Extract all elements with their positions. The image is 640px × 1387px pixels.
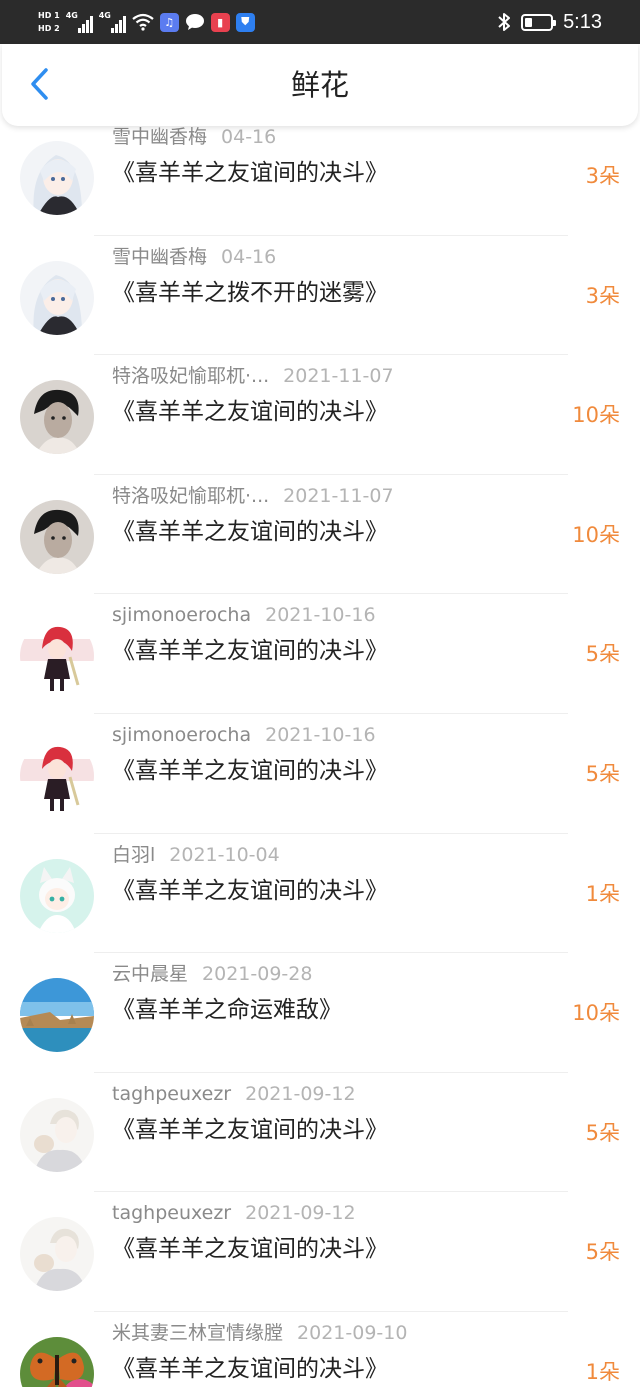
work-title[interactable]: 《喜羊羊之友谊间的决斗》 (112, 756, 388, 786)
list-item[interactable]: taghpeuxezr 2021-09-12 《喜羊羊之友谊间的决斗》 5朵 (0, 1073, 640, 1193)
message-app-icon (185, 14, 204, 30)
sim1-label: HD 1 (38, 11, 60, 20)
flower-count: 1朵 (585, 1359, 620, 1384)
user-name[interactable]: 特洛吸妃愉耶杌·... (112, 365, 269, 387)
book-app-icon: ▮ (210, 12, 230, 32)
flower-count: 5朵 (585, 1240, 620, 1265)
network-1-label: 4G (65, 11, 78, 20)
work-title[interactable]: 《喜羊羊之友谊间的决斗》 (112, 158, 388, 188)
gift-date: 2021-10-16 (265, 723, 376, 746)
item-meta: sjimonoerocha 2021-10-16 (112, 722, 376, 748)
sim-indicators: HD 1 HD 2 (38, 10, 60, 34)
work-title[interactable]: 《喜羊羊之友谊间的决斗》 (112, 636, 388, 666)
item-meta: 白羽l 2021-10-04 (112, 842, 280, 868)
item-meta: 云中晨星 2021-09-28 (112, 961, 312, 987)
work-title[interactable]: 《喜羊羊之友谊间的决斗》 (112, 517, 388, 547)
list-item[interactable]: 雪中幽香梅 04-16 《喜羊羊之拨不开的迷雾》 3朵 (0, 236, 640, 356)
item-meta: 雪中幽香梅 04-16 (112, 244, 276, 270)
itunes-app-icon: ♫ (159, 12, 179, 32)
user-name[interactable]: 白羽l (112, 844, 155, 866)
work-title[interactable]: 《喜羊羊之友谊间的决斗》 (112, 397, 388, 427)
user-name[interactable]: taghpeuxezr (112, 1202, 231, 1224)
work-title[interactable]: 《喜羊羊之友谊间的决斗》 (112, 1354, 388, 1384)
avatar[interactable] (20, 141, 94, 215)
user-name[interactable]: 米其妻三林宣情缘膛 (112, 1322, 283, 1344)
item-meta: 特洛吸妃愉耶杌·... 2021-11-07 (112, 363, 394, 389)
signal-2-icon: 4G (99, 11, 126, 33)
battery-fill (525, 17, 533, 27)
flower-gift-list: 雪中幽香梅 04-16 《喜羊羊之友谊间的决斗》 3朵 雪中幽香梅 04-16 《喜… (0, 116, 640, 1387)
user-name[interactable]: 特洛吸妃愉耶杌·... (112, 485, 269, 507)
gift-date: 2021-11-07 (283, 484, 394, 507)
list-item[interactable]: 云中晨星 2021-09-28 《喜羊羊之命运难敌》 10朵 (0, 953, 640, 1073)
gift-date: 04-16 (221, 245, 277, 268)
wifi-icon (132, 13, 154, 31)
list-item[interactable]: sjimonoerocha 2021-10-16 《喜羊羊之友谊间的决斗》 5朵 (0, 594, 640, 714)
gift-date: 2021-09-12 (245, 1082, 356, 1105)
flower-count: 5朵 (585, 761, 620, 786)
user-name[interactable]: 雪中幽香梅 (112, 246, 207, 268)
flower-count: 5朵 (585, 1120, 620, 1145)
user-name[interactable]: taghpeuxezr (112, 1083, 231, 1105)
page-title: 鲜花 (290, 68, 349, 102)
avatar[interactable] (20, 1336, 94, 1387)
list-item[interactable]: 白羽l 2021-10-04 《喜羊羊之友谊间的决斗》 1朵 (0, 834, 640, 954)
list-item[interactable]: 特洛吸妃愉耶杌·... 2021-11-07 《喜羊羊之友谊间的决斗》 10朵 (0, 355, 640, 475)
bluetooth-icon (498, 13, 511, 31)
avatar[interactable] (20, 380, 94, 455)
avatar[interactable] (20, 738, 94, 813)
work-title[interactable]: 《喜羊羊之友谊间的决斗》 (112, 1234, 388, 1264)
flower-count: 10朵 (572, 522, 620, 547)
user-name[interactable]: sjimonoerocha (112, 604, 251, 626)
avatar[interactable] (20, 619, 94, 694)
gift-date: 2021-10-16 (265, 604, 376, 627)
gift-date: 2021-09-12 (245, 1202, 356, 1225)
work-title[interactable]: 《喜羊羊之友谊间的决斗》 (112, 876, 388, 906)
status-time: 5:13 (563, 10, 602, 33)
flower-count: 3朵 (585, 283, 620, 308)
flower-count: 10朵 (572, 1001, 620, 1026)
avatar[interactable] (20, 499, 94, 574)
work-title[interactable]: 《喜羊羊之命运难敌》 (112, 995, 342, 1025)
flower-count: 10朵 (572, 403, 620, 428)
list-item[interactable]: 米其妻三林宣情缘膛 2021-09-10 《喜羊羊之友谊间的决斗》 1朵 (0, 1312, 640, 1387)
gift-date: 2021-11-07 (283, 365, 394, 388)
item-meta: sjimonoerocha 2021-10-16 (112, 602, 376, 628)
battery-icon (521, 13, 557, 31)
shield-app-icon: ⛊ (235, 12, 255, 32)
avatar[interactable] (20, 260, 94, 335)
avatar[interactable] (20, 1217, 94, 1292)
work-title[interactable]: 《喜羊羊之拨不开的迷雾》 (112, 278, 388, 308)
signal-1-icon: 4G (66, 11, 93, 33)
flower-count: 3朵 (585, 164, 620, 188)
status-left: HD 1 HD 2 4G 4G ♫ ▮ ⛊ (38, 6, 255, 38)
flower-count: 1朵 (585, 881, 620, 906)
item-meta: taghpeuxezr 2021-09-12 (112, 1081, 356, 1107)
avatar[interactable] (20, 1097, 94, 1172)
gift-date: 2021-09-10 (297, 1321, 408, 1344)
gift-date: 2021-10-04 (169, 843, 280, 866)
flower-count: 5朵 (585, 642, 620, 667)
list-item[interactable]: 特洛吸妃愉耶杌·... 2021-11-07 《喜羊羊之友谊间的决斗》 10朵 (0, 475, 640, 595)
work-title[interactable]: 《喜羊羊之友谊间的决斗》 (112, 1115, 388, 1145)
item-meta: taghpeuxezr 2021-09-12 (112, 1200, 356, 1226)
list-item[interactable]: taghpeuxezr 2021-09-12 《喜羊羊之友谊间的决斗》 5朵 (0, 1192, 640, 1312)
sim2-label: HD 2 (38, 24, 60, 33)
network-2-label: 4G (98, 11, 111, 20)
user-name[interactable]: sjimonoerocha (112, 724, 251, 746)
list-item[interactable]: sjimonoerocha 2021-10-16 《喜羊羊之友谊间的决斗》 5朵 (0, 714, 640, 834)
gift-date: 2021-09-28 (202, 963, 313, 986)
nav-bar: 鲜花 (2, 44, 638, 126)
avatar[interactable] (20, 858, 94, 933)
avatar[interactable] (20, 978, 94, 1053)
item-meta: 米其妻三林宣情缘膛 2021-09-10 (112, 1320, 407, 1346)
item-meta: 特洛吸妃愉耶杌·... 2021-11-07 (112, 483, 394, 509)
user-name[interactable]: 云中晨星 (112, 963, 188, 985)
